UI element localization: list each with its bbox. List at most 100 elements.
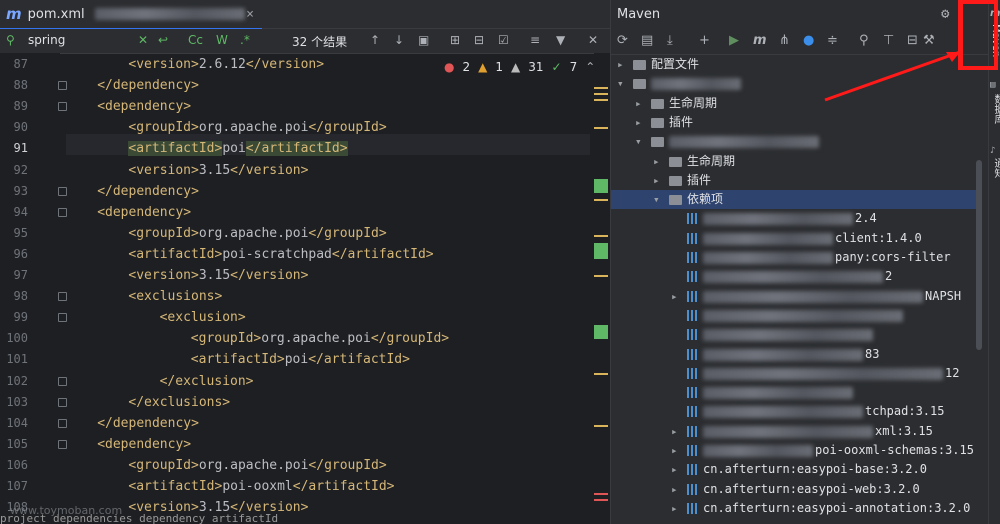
inspection-widget[interactable]: ●2 ▲1 ▲31 ✓7 ⌃ ⌄ [444,60,610,74]
remove-occurrence-icon[interactable]: ⊟ [474,33,484,47]
download-sources-icon[interactable]: ● [803,33,814,48]
tree-item[interactable]: ▸ cn.afterturn:easypoi-base:3.2.0 [611,460,981,479]
tree-item[interactable]: 2.4 [611,209,981,228]
filter-icon[interactable]: ▼ [556,33,565,47]
chevron-down-icon[interactable]: ▾ [653,190,660,209]
code-line[interactable]: <dependency> [97,434,191,455]
history-icon[interactable]: ↩ [158,33,168,47]
maven-scrollbar[interactable] [976,160,982,350]
tree-item[interactable] [611,383,981,402]
search-input[interactable]: spring [28,33,65,47]
add-occurrence-icon[interactable]: ⊞ [450,33,460,47]
match-case-toggle[interactable]: Cc [188,33,203,47]
code-line[interactable]: </exclusions> [128,392,230,413]
select-all-icon[interactable]: ☑ [498,33,509,47]
tree-item[interactable]: 83 [611,345,981,364]
chevron-right-icon[interactable]: ▸ [653,171,660,190]
tree-item[interactable] [611,325,981,344]
tree-item[interactable]: ▸ 插件 [611,171,981,190]
run-icon[interactable]: ▶ [729,33,739,48]
chevron-down-icon[interactable]: ▾ [635,132,642,151]
chevron-right-icon[interactable]: ▸ [653,152,660,171]
code-line[interactable]: <exclusions> [128,286,222,307]
tree-item[interactable]: ▾ 依赖项 [611,190,981,210]
code-line[interactable]: <version>3.15</version> [128,160,308,181]
xml-text: 2.6.12 [198,57,246,72]
chevron-right-icon[interactable]: ▸ [671,460,678,479]
words-toggle[interactable]: W [216,33,228,47]
code-line[interactable]: <artifactId>poi-scratchpad</artifactId> [128,244,433,265]
code-line[interactable]: <version>3.15</version> [128,265,308,286]
maven-file-icon: m [6,5,22,23]
code-line[interactable]: <version>2.6.12</version> [128,54,324,75]
close-find-icon[interactable]: ✕ [588,33,598,47]
tree-item[interactable]: ▸ cn.afterturn:easypoi-web:3.2.0 [611,480,981,499]
code-line[interactable]: <groupId>org.apache.poi</groupId> [128,117,386,138]
code-line[interactable]: <groupId>org.apache.poi</groupId> [128,455,386,476]
editor-scrollbar-markers[interactable] [594,53,610,524]
code-line[interactable]: <groupId>org.apache.poi</groupId> [128,223,386,244]
code-line[interactable]: <artifactId>poi-ooxml</artifactId> [128,476,394,497]
tree-item[interactable]: pany:cors-filter [611,248,981,267]
maven-goal-icon[interactable]: m [753,33,767,48]
tree-item[interactable]: ▸ cn.afterturn:easypoi-annotation:3.2.0 [611,499,981,518]
regex-toggle[interactable]: .* [240,33,250,47]
tree-item[interactable]: 2 [611,267,981,286]
code-line[interactable]: </dependency> [97,181,199,202]
code-line[interactable]: <artifactId>poi</artifactId> [191,349,410,370]
previous-match-icon[interactable]: ↑ [370,33,380,47]
code-line[interactable]: <exclusion> [160,307,246,328]
line-number: 88 [13,78,28,93]
chevron-down-icon[interactable]: ▾ [617,74,624,93]
tree-item[interactable]: client:1.4.0 [611,229,981,248]
xml-tag: <dependency> [97,436,192,452]
redacted-text [703,348,863,361]
chevron-right-icon[interactable]: ▸ [671,422,678,441]
chevron-right-icon[interactable]: ▸ [671,499,678,518]
chevron-right-icon[interactable]: ▸ [671,287,678,306]
tree-item[interactable]: ▸ NAPSH [611,287,981,306]
chevron-right-icon[interactable]: ▸ [671,441,678,460]
xml-tag: </artifactId> [308,352,410,368]
filter-settings-icon[interactable]: ≡ [530,33,540,47]
reload-folder-icon[interactable]: ▤ [641,33,653,48]
xml-text: org.apache.poi [198,120,309,136]
editor-tab-bar: m pom.xml × [0,0,610,30]
gear-icon[interactable]: ⚙ [941,6,949,22]
code-line[interactable]: </dependency> [97,75,199,96]
tree-item[interactable]: ▸ 插件 [611,113,981,132]
close-icon[interactable]: × [246,7,254,22]
folder-icon [669,195,682,206]
code-line[interactable]: </dependency> [97,413,199,434]
open-in-window-icon[interactable]: ▣ [418,33,429,47]
code-line[interactable]: <groupId>org.apache.poi</groupId> [191,328,449,349]
xml-tag: </artifactId> [245,141,348,157]
add-icon[interactable]: + [699,33,710,48]
reload-icon[interactable]: ⟳ [617,33,628,48]
clear-search-icon[interactable]: ✕ [138,33,148,47]
database-tool-button[interactable]: 数据库 [990,94,1000,124]
tree-item[interactable]: 12 [611,364,981,383]
tree-item[interactable]: ▸ 生命周期 [611,152,981,171]
code-line[interactable]: <artifactId>poi</artifactId> [128,138,348,159]
chevron-right-icon[interactable]: ▸ [635,113,642,132]
tree-item[interactable]: ▸ xml:3.15 [611,422,981,441]
tree-item[interactable]: tchpad:3.15 [611,402,981,421]
chevron-right-icon[interactable]: ▸ [671,480,678,499]
notifications-tool-button[interactable]: 通知 [990,158,1000,178]
tree-item[interactable]: ▸ poi-ooxml-schemas:3.15 [611,441,981,460]
chevron-right-icon[interactable]: ▸ [617,55,624,74]
toggle-offline-icon[interactable]: ⋔ [779,33,790,48]
chevron-right-icon[interactable]: ▸ [635,94,642,113]
tree-item[interactable]: ▾ [611,132,981,151]
code-line[interactable]: <dependency> [97,96,191,117]
next-match-icon[interactable]: ↓ [394,33,404,47]
code-line[interactable]: </exclusion> [160,371,254,392]
tree-item[interactable] [611,306,981,325]
code-area[interactable]: <version>2.6.12</version> </dependency> <d… [66,53,586,524]
code-line[interactable]: <dependency> [97,202,191,223]
tab-pom-xml[interactable]: m pom.xml × [0,0,262,30]
download-icon[interactable]: ⤓ [667,33,673,48]
scroll-marker [594,127,608,129]
line-number: 94 [13,204,28,219]
